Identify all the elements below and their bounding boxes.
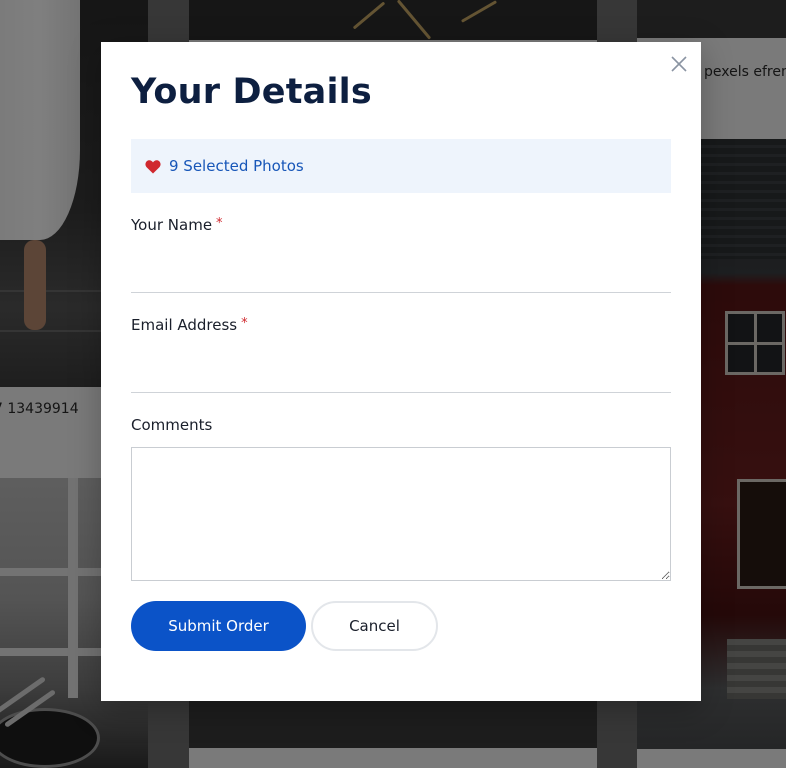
selected-photos-count: 9 Selected Photos [169, 157, 304, 175]
email-label: Email Address * [131, 316, 248, 334]
heart-icon [145, 159, 161, 173]
name-label: Your Name * [131, 216, 223, 234]
name-label-text: Your Name [131, 216, 213, 234]
email-input[interactable] [131, 343, 671, 393]
close-button[interactable] [669, 54, 689, 74]
comments-label: Comments [131, 416, 213, 434]
name-input[interactable] [131, 243, 671, 293]
comments-textarea[interactable] [131, 447, 671, 581]
details-modal: Your Details 9 Selected Photos Your Name… [101, 42, 701, 701]
submit-order-button[interactable]: Submit Order [131, 601, 306, 651]
selected-photos-banner: 9 Selected Photos [131, 139, 671, 193]
close-icon [671, 56, 687, 72]
cancel-button[interactable]: Cancel [311, 601, 438, 651]
required-marker: * [241, 316, 248, 331]
modal-title: Your Details [131, 72, 372, 112]
email-label-text: Email Address [131, 316, 238, 334]
required-marker: * [216, 216, 223, 231]
